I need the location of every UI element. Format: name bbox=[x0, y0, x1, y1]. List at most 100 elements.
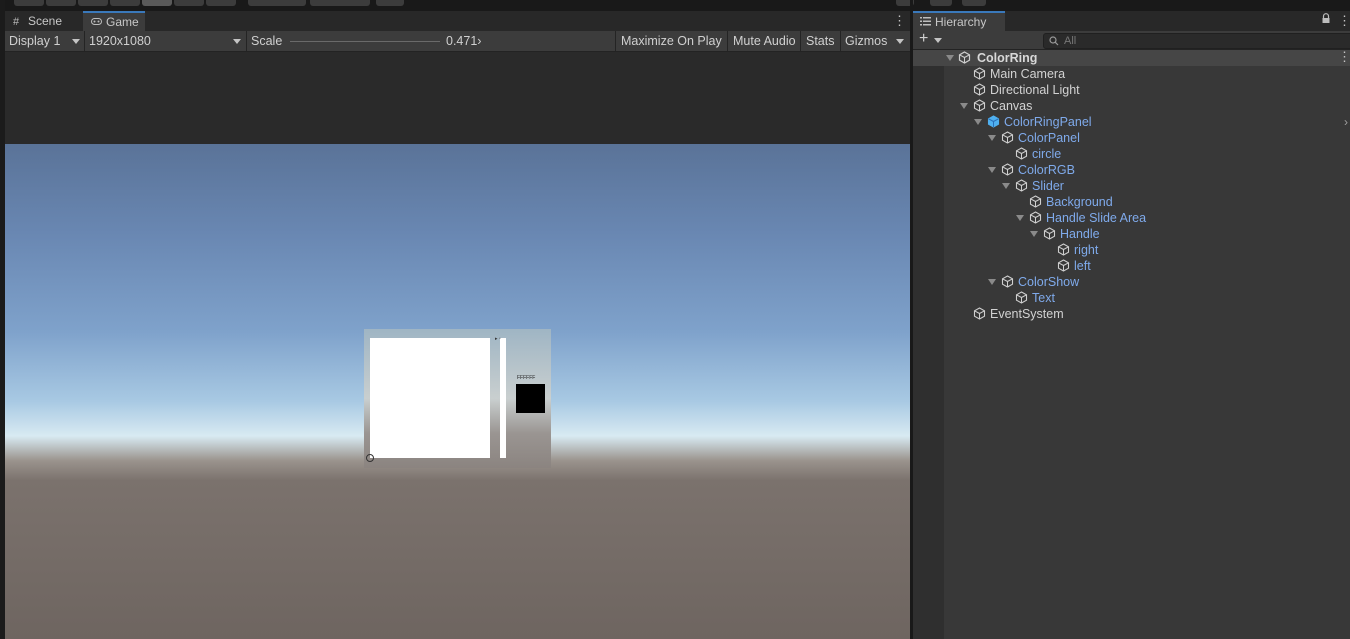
mute-audio-toggle[interactable]: Mute Audio bbox=[733, 31, 796, 51]
slider-handle: ▸ ▫ bbox=[495, 336, 501, 342]
hierarchy-item-label: ColorPanel bbox=[1018, 131, 1080, 145]
chevron-down-icon[interactable] bbox=[934, 38, 942, 43]
game-view-pane: # Scene Game ⋮ Display 1 1920x1080 Scale … bbox=[5, 11, 910, 639]
tab-hierarchy[interactable]: Hierarchy bbox=[913, 11, 1005, 31]
local-button[interactable] bbox=[310, 0, 370, 6]
hierarchy-item[interactable]: Canvas bbox=[913, 98, 1350, 114]
hierarchy-item[interactable]: left bbox=[913, 258, 1350, 274]
more-options-icon[interactable]: ⋮ bbox=[1338, 13, 1350, 29]
expand-arrow-icon[interactable] bbox=[1002, 183, 1010, 189]
expand-arrow-icon[interactable] bbox=[960, 103, 968, 109]
rotate-tool-button[interactable] bbox=[78, 0, 108, 6]
hierarchy-item-label: Slider bbox=[1032, 179, 1064, 193]
hierarchy-item-label: right bbox=[1074, 243, 1099, 257]
expand-arrow-icon[interactable] bbox=[1016, 215, 1024, 221]
scale-slider[interactable] bbox=[290, 41, 440, 42]
circle-picker bbox=[366, 454, 374, 462]
rect-tool-button[interactable] bbox=[142, 0, 172, 6]
expand-arrow-icon[interactable] bbox=[946, 55, 954, 61]
resolution-dropdown[interactable]: 1920x1080 bbox=[89, 31, 151, 51]
color-ring-panel: ▸ ▫ FFFFFF bbox=[364, 329, 551, 468]
hierarchy-item-label: Handle bbox=[1060, 227, 1100, 241]
hierarchy-item[interactable]: EventSystem bbox=[913, 306, 1350, 322]
divider bbox=[800, 31, 801, 51]
lock-icon[interactable] bbox=[1321, 13, 1331, 27]
hierarchy-item[interactable]: Directional Light bbox=[913, 82, 1350, 98]
scale-value: 0.471› bbox=[446, 34, 482, 48]
list-icon bbox=[920, 13, 931, 31]
tab-game[interactable]: Game bbox=[83, 11, 145, 31]
hierarchy-item[interactable]: Handle bbox=[913, 226, 1350, 242]
expand-arrow-icon[interactable] bbox=[1030, 231, 1038, 237]
divider bbox=[615, 31, 616, 51]
scene-row[interactable]: ColorRing ⋮ bbox=[913, 49, 1350, 66]
more-options-icon[interactable]: ⋮ bbox=[1338, 49, 1350, 65]
hierarchy-item[interactable]: ColorShow bbox=[913, 274, 1350, 290]
chevron-right-icon[interactable]: › bbox=[1344, 114, 1348, 130]
gameobject-icon bbox=[1001, 131, 1014, 144]
move-tool-button[interactable] bbox=[46, 0, 76, 6]
hierarchy-item[interactable]: Text bbox=[913, 290, 1350, 306]
hierarchy-item-label: ColorRGB bbox=[1018, 163, 1075, 177]
hand-tool-button[interactable] bbox=[14, 0, 44, 6]
gameobject-icon bbox=[973, 99, 986, 112]
hierarchy-item[interactable]: circle bbox=[913, 146, 1350, 162]
stats-toggle[interactable]: Stats bbox=[806, 31, 835, 51]
gameobject-icon bbox=[1015, 291, 1028, 304]
step-button[interactable] bbox=[962, 0, 986, 6]
expand-arrow-icon[interactable] bbox=[974, 119, 982, 125]
gameobject-icon bbox=[973, 307, 986, 320]
hierarchy-item-label: EventSystem bbox=[990, 307, 1064, 321]
transform-tool-button[interactable] bbox=[174, 0, 204, 6]
snap-button[interactable] bbox=[376, 0, 404, 6]
chevron-down-icon[interactable] bbox=[896, 39, 904, 44]
hierarchy-item[interactable]: right bbox=[913, 242, 1350, 258]
hierarchy-item[interactable]: Main Camera bbox=[913, 66, 1350, 82]
hierarchy-item-label: Canvas bbox=[990, 99, 1033, 113]
expand-arrow-icon[interactable] bbox=[988, 167, 996, 173]
tab-scene[interactable]: # Scene bbox=[5, 11, 68, 31]
hierarchy-item[interactable]: Slider bbox=[913, 178, 1350, 194]
gameobject-icon bbox=[1057, 243, 1070, 256]
grid-icon: # bbox=[13, 16, 20, 28]
gamepad-icon bbox=[91, 14, 103, 32]
hierarchy-item[interactable]: ColorRGB bbox=[913, 162, 1350, 178]
expand-arrow-icon[interactable] bbox=[988, 279, 996, 285]
gizmos-toggle[interactable]: Gizmos bbox=[845, 31, 887, 51]
gameobject-icon bbox=[1015, 147, 1028, 160]
pause-button[interactable] bbox=[930, 0, 952, 6]
gameobject-icon bbox=[1015, 179, 1028, 192]
gameobject-icon bbox=[1057, 259, 1070, 272]
plus-icon[interactable]: + bbox=[919, 30, 928, 48]
hierarchy-item[interactable]: ColorPanel bbox=[913, 130, 1350, 146]
search-input[interactable]: All bbox=[1043, 33, 1350, 49]
more-options-icon[interactable]: ⋮ bbox=[893, 13, 906, 29]
maximize-on-play-toggle[interactable]: Maximize On Play bbox=[621, 31, 722, 51]
hierarchy-item-label: ColorShow bbox=[1018, 275, 1080, 289]
game-viewport[interactable]: ▸ ▫ FFFFFF bbox=[5, 52, 910, 639]
display-dropdown[interactable]: Display 1 bbox=[9, 31, 60, 51]
hierarchy-item-label: Main Camera bbox=[990, 67, 1066, 81]
hierarchy-item-label: Text bbox=[1032, 291, 1055, 305]
expand-arrow-icon[interactable] bbox=[988, 135, 996, 141]
gameobject-icon bbox=[1001, 275, 1014, 288]
gameobject-icon bbox=[973, 83, 986, 96]
hierarchy-item-label: Handle Slide Area bbox=[1046, 211, 1147, 225]
scale-tool-button[interactable] bbox=[110, 0, 140, 6]
color-text: FFFFFF bbox=[517, 375, 536, 381]
divider bbox=[840, 31, 841, 51]
prefab-root-icon bbox=[987, 115, 1000, 128]
hierarchy-item[interactable]: Handle Slide Area bbox=[913, 210, 1350, 226]
hierarchy-item[interactable]: ColorRingPanel › bbox=[913, 114, 1350, 130]
gameobject-icon bbox=[1001, 163, 1014, 176]
gameobject-icon bbox=[1029, 195, 1042, 208]
search-icon bbox=[1049, 35, 1059, 49]
game-toolbar: Display 1 1920x1080 Scale 0.471› Maximiz… bbox=[5, 31, 910, 52]
main-toolbar-strip bbox=[0, 0, 1350, 8]
pivot-button[interactable] bbox=[248, 0, 306, 6]
hierarchy-header: Hierarchy ⋮ bbox=[913, 11, 1350, 31]
custom-tool-button[interactable] bbox=[206, 0, 236, 6]
color-show bbox=[516, 384, 545, 413]
hierarchy-item[interactable]: Background bbox=[913, 194, 1350, 210]
divider bbox=[246, 31, 247, 51]
